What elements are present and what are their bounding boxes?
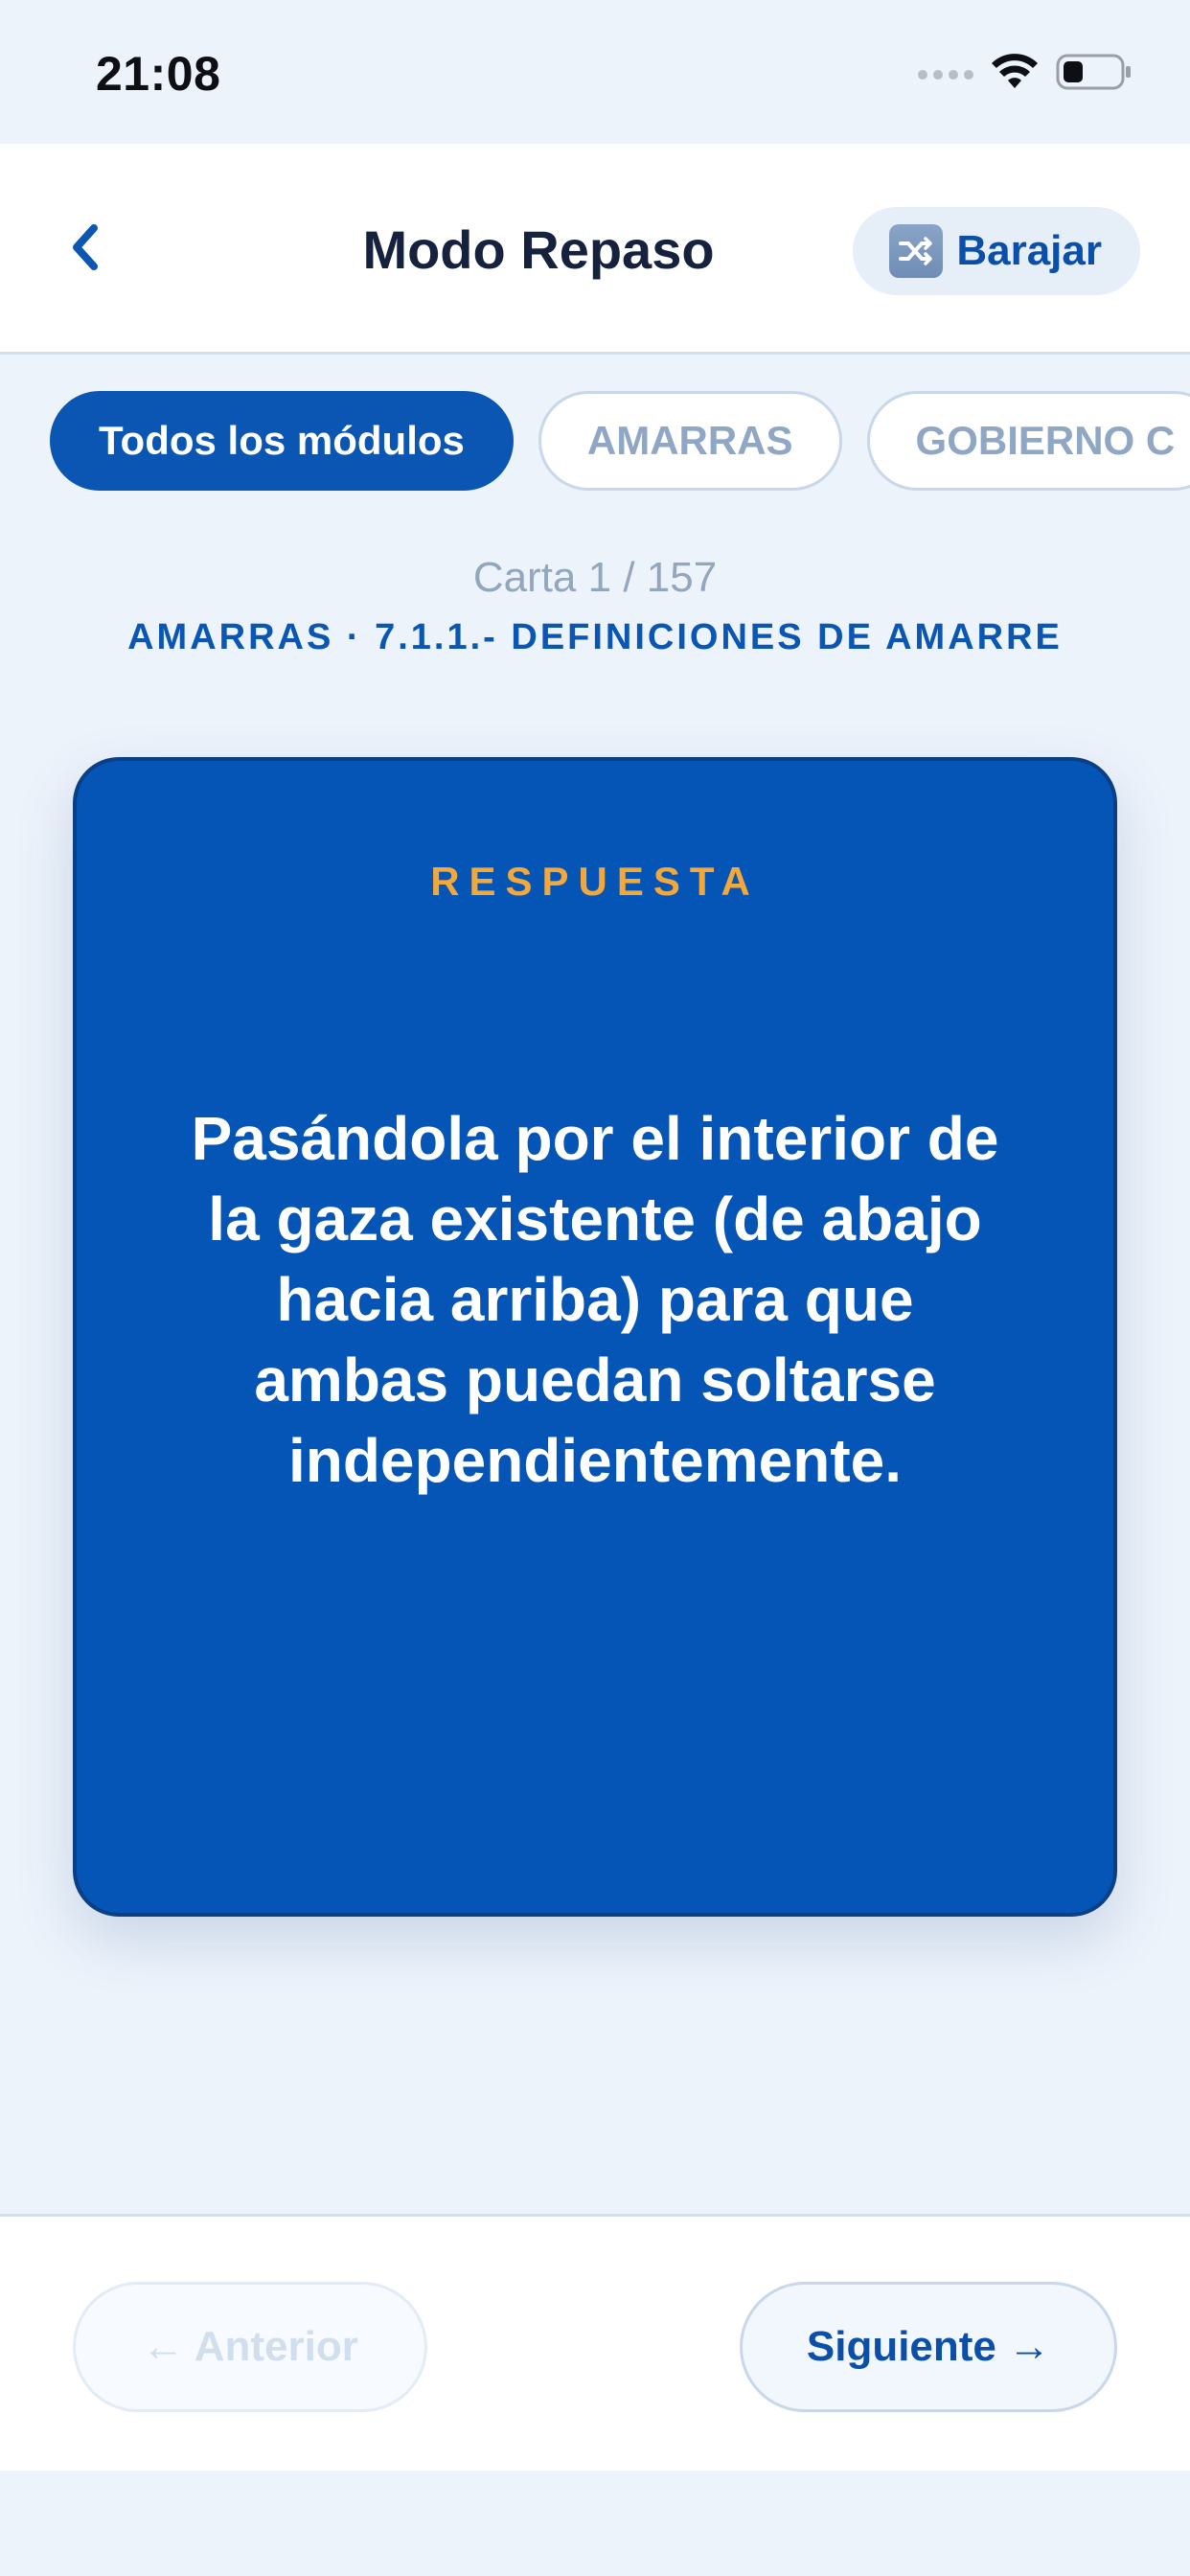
module-filter-chips: Todos los módulos AMARRAS GOBIERNO C [50,391,1190,491]
next-button[interactable]: Siguiente → [740,2282,1117,2412]
chip-all-modules[interactable]: Todos los módulos [50,391,514,491]
shuffle-icon [889,224,944,278]
card-answer-text: Pasándola por el interior de la gaza exi… [191,1104,999,1495]
battery-icon [1056,54,1133,95]
header: Modo Repaso Barajar [0,144,1190,355]
shuffle-button[interactable]: Barajar [853,207,1140,295]
wifi-icon [991,54,1039,95]
card-counter: Carta 1 / 157 [472,554,718,601]
back-button[interactable] [46,211,123,288]
status-time: 21:08 [96,47,221,101]
status-icons [918,54,1133,95]
previous-button[interactable]: ← Anterior [73,2282,427,2412]
chip-amarras[interactable]: AMARRAS [538,391,842,491]
card-side-label: RESPUESTA [430,859,760,904]
card-module-label: AMARRAS · 7.1.1.- DEFINICIONES DE AMARRE [127,617,1063,657]
flashcard[interactable]: RESPUESTA Pasándola por el interior de l… [73,757,1117,1917]
chip-gobierno[interactable]: GOBIERNO C [866,391,1190,491]
bottom-navigation: ← Anterior Siguiente → [0,2214,1190,2471]
cellular-signal-icon [918,69,973,80]
chevron-left-icon [65,220,103,279]
status-bar: 21:08 [0,0,1190,144]
shuffle-label: Barajar [956,227,1102,274]
review-screen: 21:08 Modo Repaso Barajar Todos los módu… [0,0,1190,2576]
